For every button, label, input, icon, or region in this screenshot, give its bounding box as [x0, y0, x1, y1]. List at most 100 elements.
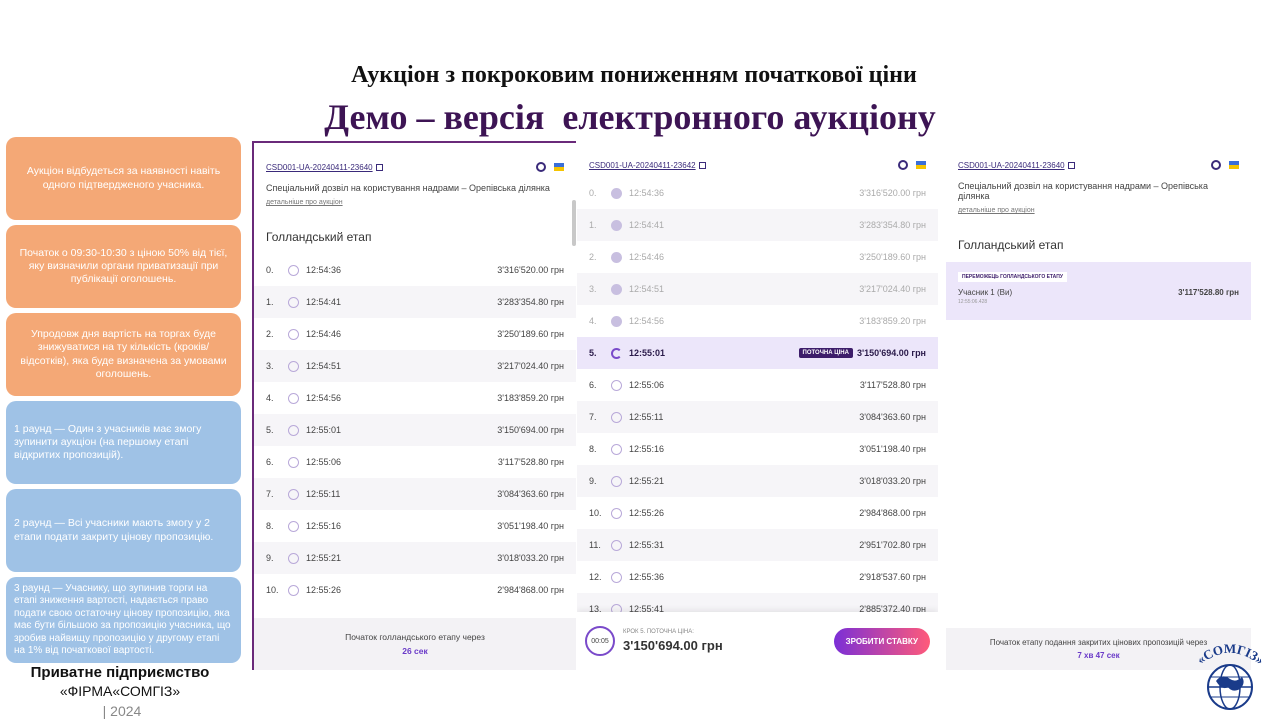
svg-text:«СОМГІЗ»: «СОМГІЗ»: [1194, 641, 1267, 668]
company-line1: Приватне підприємство: [30, 664, 210, 681]
step-price: 3'051'198.40 грн: [497, 521, 564, 531]
price-step-row: 8. 12:55:16 3'051'198.40 грн: [577, 433, 938, 465]
place-bid-button[interactable]: ЗРОБИТИ СТАВКУ: [833, 627, 930, 655]
step-time: 12:55:26: [306, 585, 342, 595]
current-price-badge: ПОТОЧНА ЦІНА: [798, 348, 853, 358]
auction-description: Спеціальний дозвіл на користування надра…: [958, 181, 1208, 201]
info-box: Початок о 09:30-10:30 з ціною 50% від ті…: [6, 225, 241, 308]
step-time: 12:55:21: [629, 476, 665, 486]
ukraine-flag-icon: [554, 163, 564, 171]
price-step-row: 4. 12:54:56 3'183'859.20 грн: [577, 305, 938, 337]
clock-icon: [288, 424, 299, 436]
details-link[interactable]: детальніше про аукціон: [946, 205, 1251, 216]
scrollbar[interactable]: [572, 200, 576, 246]
eye-icon[interactable]: [536, 162, 546, 172]
step-time: 12:55:01: [306, 425, 342, 435]
step-time: 12:54:41: [306, 297, 342, 307]
step-index: 6.: [589, 380, 597, 390]
step-time: 12:55:01: [629, 348, 666, 358]
step-time: 12:54:56: [306, 393, 342, 403]
countdown: 26 сек: [402, 646, 428, 656]
eye-icon[interactable]: [898, 160, 908, 170]
step-price: 3'084'363.60 грн: [859, 412, 926, 422]
step-price: 3'150'694.00 грн: [497, 425, 564, 435]
price-step-row: 11. 12:55:31 2'951'702.80 грн: [577, 529, 938, 561]
step-index: 6.: [266, 457, 274, 467]
clock-icon: [611, 315, 622, 327]
step-time: 12:55:36: [629, 572, 665, 582]
auction-id-link[interactable]: CSD001-UA-20240411-23640: [958, 161, 1065, 170]
price-step-row: 5. 12:55:01 ПОТОЧНА ЦІНА 3'150'694.00 грн: [577, 337, 938, 369]
clock-icon: [611, 539, 622, 551]
step-index: 2.: [589, 252, 597, 262]
somgiz-logo: «СОМГІЗ»: [1194, 641, 1267, 710]
price-step-row: 6. 12:55:06 3'117'528.80 грн: [254, 446, 576, 478]
info-box: Упродовж дня вартість на торгах буде зни…: [6, 313, 241, 396]
step-price: 3'250'189.60 грн: [859, 252, 926, 262]
winner-tag: ПЕРЕМОЖЕЦЬ ГОЛЛАНДСЬКОГО ЕТАПУ: [958, 272, 1067, 282]
step-time: 12:55:16: [629, 444, 665, 454]
step-index: 7.: [266, 489, 274, 499]
step-time: 12:54:51: [629, 284, 665, 294]
clock-icon: [288, 360, 299, 372]
winner-name: Учасник 1 (Ви): [958, 288, 1013, 297]
clock-icon: [611, 507, 622, 519]
step-index: 3.: [266, 361, 274, 371]
clock-icon: [288, 488, 299, 500]
price-steps-list: 0. 12:54:36 3'316'520.00 грн 1. 12:54:41 3'28…: [577, 177, 938, 625]
eye-icon[interactable]: [1211, 160, 1221, 170]
company-year: | 2024: [102, 703, 142, 719]
price-step-row: 10. 12:55:26 2'984'868.00 грн: [577, 497, 938, 529]
clock-icon: [288, 328, 299, 340]
external-link-icon[interactable]: [1067, 162, 1075, 170]
slide-subtitle: Демо – версія електронного аукціону: [324, 97, 936, 137]
clock-icon: [611, 379, 622, 391]
external-link-icon[interactable]: [698, 162, 706, 170]
slide-title: Аукціон з покроковим пониженням початков…: [351, 62, 917, 88]
footer-text: Початок голландського етапу через: [345, 632, 485, 642]
step-index: 10.: [266, 585, 279, 595]
step-time: 12:55:26: [629, 508, 665, 518]
clock-icon: [611, 443, 622, 455]
price-step-row: 0. 12:54:36 3'316'520.00 грн: [254, 254, 576, 286]
clock-icon: [611, 571, 622, 583]
step-time: 12:55:21: [306, 553, 342, 563]
price-steps-list: 0. 12:54:36 3'316'520.00 грн 1. 12:54:41 3'28…: [254, 254, 576, 606]
details-link[interactable]: детальніше про аукціон: [254, 197, 576, 208]
stage-footer: Початок голландського етапу через 26 сек: [254, 618, 576, 670]
price-step-row: 8. 12:55:16 3'051'198.40 грн: [254, 510, 576, 542]
price-step-row: 9. 12:55:21 3'018'033.20 грн: [577, 465, 938, 497]
step-price: 2'951'702.80 грн: [859, 540, 926, 550]
step-price: 3'084'363.60 грн: [497, 489, 564, 499]
winner-price: 3'117'528.80 грн: [1178, 288, 1239, 297]
step-index: 9.: [589, 476, 597, 486]
step-time: 12:54:46: [306, 329, 342, 339]
clock-icon: [288, 520, 299, 532]
auction-id-link[interactable]: CSD001-UA-20240411-23642: [589, 161, 696, 170]
external-link-icon[interactable]: [375, 164, 383, 172]
clock-icon: [288, 552, 299, 564]
auction-screenshot-1: CSD001-UA-20240411-23640 Спеціальний доз…: [252, 141, 576, 670]
step-price: 3'150'694.00 грн: [856, 348, 926, 358]
step-time: 12:55:31: [629, 540, 665, 550]
auction-id-link[interactable]: CSD001-UA-20240411-23640: [266, 163, 373, 172]
price-step-row: 5. 12:55:01 3'150'694.00 грн: [254, 414, 576, 446]
info-box: Аукціон відбудеться за наявності навіть …: [6, 137, 241, 220]
step-price: 3'316'520.00 грн: [859, 188, 926, 198]
stage-title: Голландський етап: [958, 238, 1064, 252]
ukraine-flag-icon: [916, 161, 926, 169]
clock-icon: [288, 584, 299, 596]
clock-icon: [611, 251, 622, 263]
step-index: 11.: [589, 540, 601, 550]
step-price: 3'018'033.20 грн: [859, 476, 926, 486]
step-index: 2.: [266, 329, 274, 339]
timer-ring: 00:05: [585, 626, 615, 656]
step-price: 3'150'694.00 грн: [623, 638, 723, 653]
ukraine-flag-icon: [1229, 161, 1239, 169]
price-step-row: 7. 12:55:11 3'084'363.60 грн: [254, 478, 576, 510]
step-index: 0.: [589, 188, 597, 198]
step-index: 1.: [589, 220, 597, 230]
step-price: 3'316'520.00 грн: [497, 265, 564, 275]
step-time: 12:54:51: [306, 361, 342, 371]
info-box: 1 раунд — Один з учасників має змогу зуп…: [6, 401, 241, 484]
